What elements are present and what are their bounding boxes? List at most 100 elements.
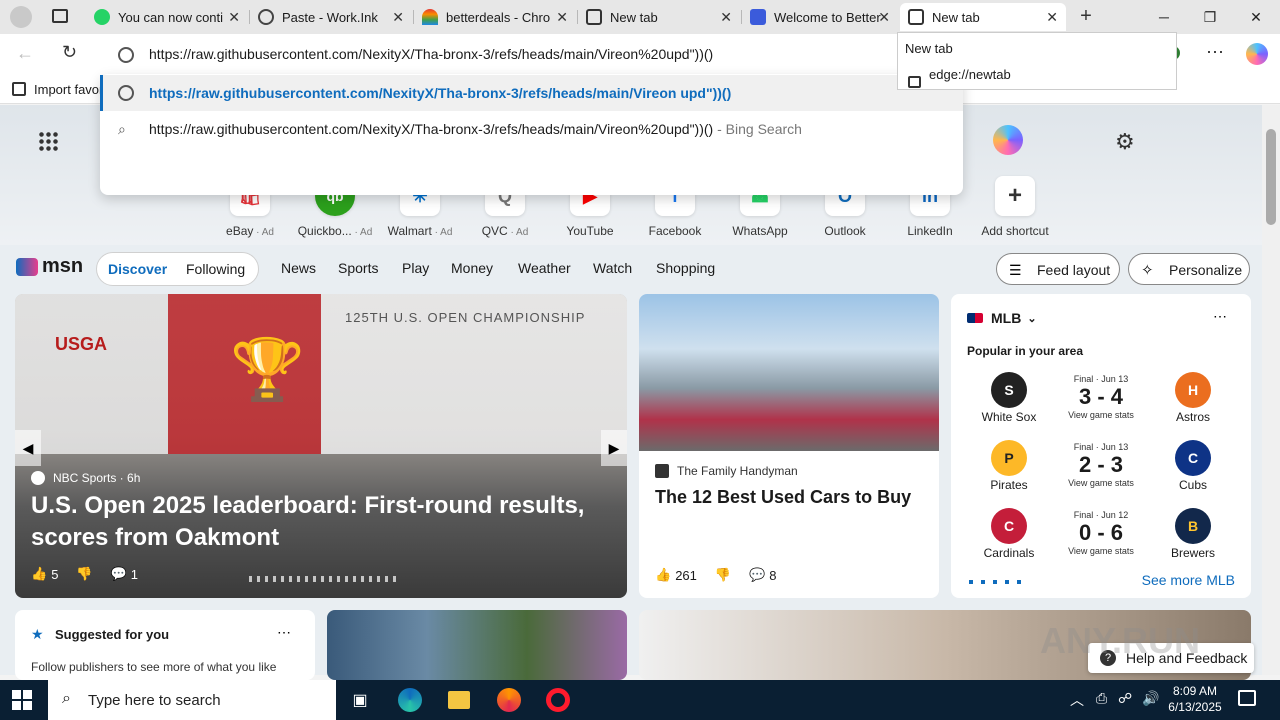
more-menu-button[interactable]: ⋯ [1206,42,1224,63]
like-icon[interactable]: 👍 [31,566,47,582]
shortcut-label: Outlook [824,224,866,238]
tab-4[interactable]: New tab ✕ [578,3,740,31]
nav-play[interactable]: Play [402,260,429,276]
close-icon[interactable]: ✕ [720,9,732,26]
start-button[interactable] [12,690,32,710]
tab-3[interactable]: betterdeals - Chro ✕ [414,3,576,31]
hero-news-card[interactable]: USGA 125TH U.S. OPEN CHAMPIONSHIP 🏆 ◀ ▶ … [15,294,627,598]
back-button[interactable]: ← [16,43,34,64]
game-promo-card[interactable] [327,610,627,680]
nav-weather[interactable]: Weather [518,260,571,276]
wifi-icon[interactable]: ☍ [1118,690,1132,707]
tab-strip: You can now conti ✕ Paste - Work.Ink ✕ b… [0,0,1280,34]
network-icon[interactable]: ⎙ [1096,690,1107,707]
scrollbar-thumb[interactable] [1266,129,1276,225]
apps-grid-icon[interactable] [38,131,58,151]
close-icon[interactable]: ✕ [392,9,404,26]
new-tab-button[interactable]: + [1074,4,1098,28]
tab-discover[interactable]: Discover [108,261,167,277]
game-row[interactable]: C Cardinals Final · Jun 12 0 - 6 View gam… [967,506,1235,564]
suggested-title: Suggested for you [55,627,170,642]
search-icon: ⌕ [118,120,126,137]
import-favorites-link[interactable]: Import favor [34,82,103,97]
carousel-prev-button[interactable]: ◀ [15,430,41,466]
close-window-button[interactable]: ✕ [1233,0,1279,34]
omnibox-suggestion-url[interactable]: https://raw.githubusercontent.com/Nexity… [100,75,963,111]
game-row[interactable]: P Pirates Final · Jun 13 2 - 3 View game … [967,438,1235,496]
nav-news[interactable]: News [281,260,316,276]
pager-dots[interactable] [969,580,1025,584]
tab-label: betterdeals - Chro [446,9,551,25]
copilot-icon[interactable] [1246,43,1268,65]
dislike-icon[interactable]: 👎 [76,566,92,582]
nav-sports[interactable]: Sports [338,260,378,276]
system-tray-chevron-icon[interactable]: ︿ [1070,690,1084,710]
tab-5[interactable]: Welcome to Better ✕ [742,3,898,31]
close-icon[interactable]: ✕ [228,9,240,26]
profile-icon[interactable] [10,6,32,28]
minimize-button[interactable]: ─ [1141,0,1187,34]
tab-6-active[interactable]: New tab ✕ [900,3,1066,31]
comment-icon[interactable]: 💬 [749,567,765,583]
comment-count: 1 [130,566,139,582]
tab-label: Paste - Work.Ink [282,9,378,25]
shortcut-add[interactable]: + Add shortcut [975,176,1055,238]
taskbar-search-placeholder: Type here to search [88,692,221,709]
car-news-card[interactable]: The Family Handyman The 12 Best Used Car… [639,294,939,598]
suggested-card: ★ Suggested for you ⋯ Follow publishers … [15,610,315,680]
view-stats-link[interactable]: View game stats [1051,478,1151,488]
more-options-icon[interactable]: ⋯ [277,624,291,641]
see-more-mlb-link[interactable]: See more MLB [1142,572,1235,588]
taskbar-search[interactable]: ⌕ Type here to search [48,680,336,720]
carousel-dots[interactable] [249,576,399,582]
team-left: P Pirates [967,438,1051,496]
ad-label: · Ad [351,227,373,238]
feed-layout-button[interactable]: ☰ Feed layout [996,253,1120,285]
address-input[interactable]: https://raw.githubusercontent.com/Nexity… [149,46,894,62]
publisher-name: The Family Handyman [677,464,798,478]
tab-actions-icon[interactable] [52,9,68,23]
address-bar[interactable]: https://raw.githubusercontent.com/Nexity… [100,36,898,72]
newtab-icon [908,76,921,88]
volume-icon[interactable]: 🔊 [1142,690,1159,707]
mlb-header[interactable]: MLB ⌄ [967,310,1037,326]
nav-shopping[interactable]: Shopping [656,260,715,276]
nav-money[interactable]: Money [451,260,493,276]
opera-icon[interactable] [544,686,572,714]
edge-taskbar-icon[interactable] [396,686,424,714]
tab-2[interactable]: Paste - Work.Ink ✕ [250,3,412,31]
personalize-button[interactable]: ✧ Personalize [1128,253,1250,285]
shortcut-label: Quickbo... [297,224,352,238]
car-headline[interactable]: The 12 Best Used Cars to Buy [655,487,925,508]
view-stats-link[interactable]: View game stats [1051,410,1151,420]
close-icon[interactable]: ✕ [1046,9,1058,26]
copilot-search-icon[interactable] [993,125,1023,155]
more-options-icon[interactable]: ⋯ [1213,308,1227,325]
tab-1[interactable]: You can now conti ✕ [86,3,248,31]
settings-gear-icon[interactable]: ⚙ [1115,129,1135,155]
globe-icon [258,9,274,25]
clock[interactable]: 8:09 AM 6/13/2025 [1166,683,1224,715]
nav-watch[interactable]: Watch [593,260,632,276]
close-icon[interactable]: ✕ [878,9,890,26]
hero-headline[interactable]: U.S. Open 2025 leaderboard: First-round … [31,490,591,554]
game-row[interactable]: S White Sox Final · Jun 13 3 - 4 View gam… [967,370,1235,428]
omnibox-suggestion-search[interactable]: ⌕ https://raw.githubusercontent.com/Nexi… [100,111,963,147]
firefox-icon[interactable] [495,686,523,714]
like-icon[interactable]: 👍 [655,567,671,583]
refresh-button[interactable]: ↻ [62,42,77,63]
carousel-next-button[interactable]: ▶ [601,430,627,466]
view-stats-link[interactable]: View game stats [1051,546,1151,556]
comment-icon[interactable]: 💬 [111,566,127,582]
file-explorer-icon[interactable] [445,686,473,714]
shortcut-label: LinkedIn [907,224,953,238]
task-view-icon[interactable]: ▣ [346,686,374,714]
dislike-icon[interactable]: 👎 [715,567,731,583]
notification-icon[interactable] [1238,690,1256,706]
msn-logo[interactable]: msn [16,255,83,278]
page-scrollbar[interactable] [1262,105,1280,675]
restore-button[interactable]: ❐ [1187,0,1233,34]
close-icon[interactable]: ✕ [556,9,568,26]
tab-following[interactable]: Following [186,261,245,277]
score-value: 0 - 6 [1078,520,1124,545]
